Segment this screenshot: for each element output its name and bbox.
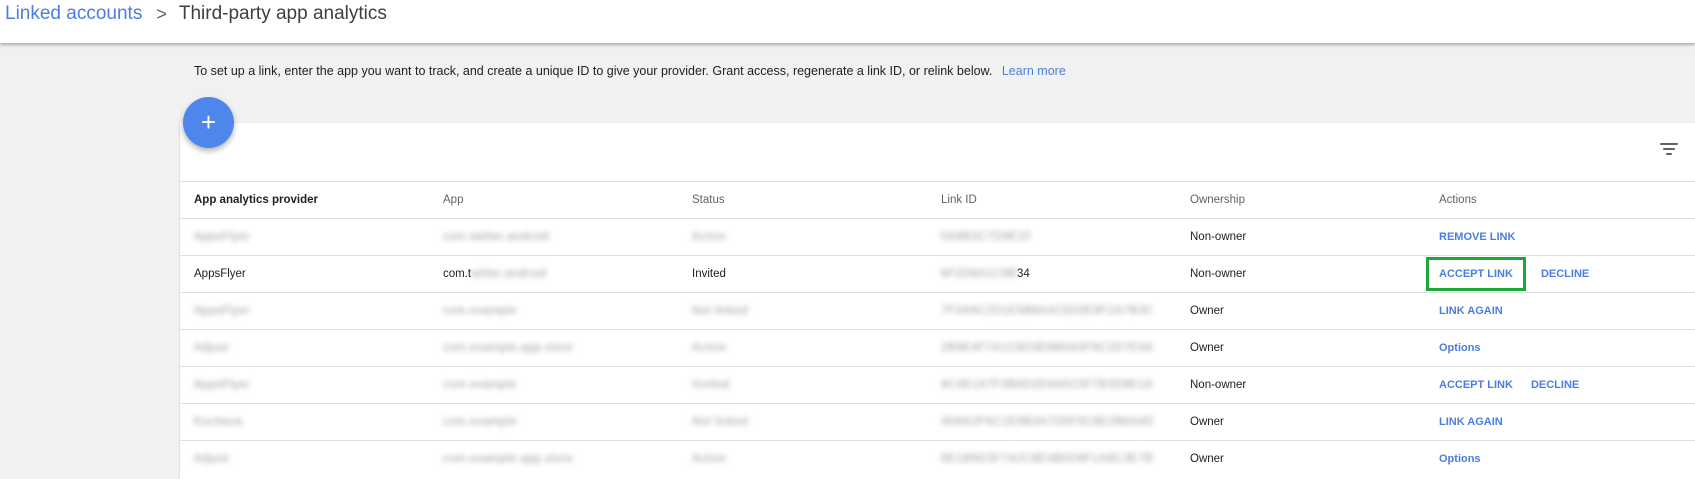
link-id-cell: 5A8B3C7D9E1F (941, 231, 1033, 243)
table-row: Adjust com.example.app.store Active 6E1B… (180, 440, 1695, 477)
header-actions: Actions (1425, 181, 1695, 219)
app-cell: com.example.app.store (443, 342, 574, 354)
link-id-cell-redacted: 8F2D6A1C9B (941, 268, 1017, 280)
page-title: Third-party app analytics (178, 3, 387, 24)
table-row: AppsFlyer com.twitter.android Active 5A8… (180, 218, 1695, 256)
app-cell: com.example.app.store (443, 453, 574, 465)
accept-link-button[interactable]: ACCEPT LINK (1426, 257, 1526, 291)
header-app[interactable]: App (429, 181, 678, 219)
link-id-cell: 4D8A2F6C1E9B3A7D5F0C8E2B6A4D (941, 416, 1154, 428)
plus-icon: + (200, 107, 217, 137)
ownership-cell: Owner (1190, 416, 1224, 428)
remove-link-button[interactable]: REMOVE LINK (1439, 231, 1515, 243)
linked-apps-table: App analytics provider App Status Link I… (180, 181, 1695, 477)
provider-cell: Adjust (194, 342, 229, 354)
table-row: AppsFlyer com.twitter.android Invited 8F… (180, 255, 1695, 293)
status-cell: Not linked (692, 305, 749, 317)
ownership-cell: Non-owner (1190, 268, 1247, 280)
status-cell: Not linked (692, 416, 749, 428)
header-ownership[interactable]: Ownership (1176, 181, 1425, 219)
table-row: AppsFlyer com.example Invited 9C4E1A7F3B… (180, 366, 1695, 404)
options-button[interactable]: Options (1439, 453, 1481, 465)
link-id-cell: 6E1B9D3F7A2C8E4B0D6F1A9C3E7B (941, 453, 1154, 465)
link-id-cell: 9C4E1A7F3B6D2E8A5C0F7B3D9E1A (941, 379, 1154, 391)
accept-link-button[interactable]: ACCEPT LINK (1439, 379, 1513, 391)
provider-cell: Adjust (194, 453, 229, 465)
add-link-button[interactable]: + (183, 97, 234, 148)
provider-cell: AppsFlyer (194, 305, 251, 317)
header-provider[interactable]: App analytics provider (180, 181, 429, 219)
breadcrumb-linked-accounts-link[interactable]: Linked accounts (5, 3, 142, 25)
header-status[interactable]: Status (678, 181, 927, 219)
intro-text: To set up a link, enter the app you want… (194, 64, 993, 78)
provider-cell: AppsFlyer (194, 268, 246, 280)
learn-more-link[interactable]: Learn more (1002, 64, 1066, 78)
provider-cell: AppsFlyer (194, 379, 251, 391)
intro-text-block: To set up a link, enter the app you want… (194, 64, 1066, 78)
link-id-cell: 34 (1016, 268, 1030, 280)
decline-button[interactable]: DECLINE (1531, 379, 1579, 391)
table-row: AppsFlyer com.example Not linked 7F3A9C2… (180, 292, 1695, 330)
status-cell: Active (692, 453, 727, 465)
status-cell: Invited (692, 268, 726, 280)
app-cell: com.example (443, 305, 517, 317)
chevron-right-icon: > (156, 4, 167, 24)
link-again-button[interactable]: LINK AGAIN (1439, 305, 1503, 317)
link-again-button[interactable]: LINK AGAIN (1439, 416, 1503, 428)
filter-icon[interactable] (1660, 143, 1678, 157)
provider-cell: Kochava (194, 416, 243, 428)
ownership-cell: Non-owner (1190, 231, 1247, 243)
ownership-cell: Owner (1190, 305, 1224, 317)
status-cell: Active (692, 342, 727, 354)
options-button[interactable]: Options (1439, 342, 1481, 354)
table-row: Kochava com.example Not linked 4D8A2F6C1… (180, 403, 1695, 441)
table-header-row: App analytics provider App Status Link I… (180, 181, 1695, 219)
ownership-cell: Non-owner (1190, 379, 1247, 391)
app-cell: com.t (443, 268, 472, 280)
link-id-cell: 7F3A9C2D1E5B8A4C6D0E9F2A7B3C (941, 305, 1154, 317)
header-link-id[interactable]: Link ID (927, 181, 1176, 219)
app-cell: com.twitter.android (443, 231, 550, 243)
link-id-cell: 2B9E4F7A1C6D3E8B5A0F9C2D7E4A (941, 342, 1154, 354)
breadcrumb: Linked accounts > Third-party app analyt… (5, 3, 387, 25)
status-cell: Invited (692, 379, 730, 391)
ownership-cell: Owner (1190, 342, 1224, 354)
status-cell: Active (692, 231, 727, 243)
app-cell: com.example (443, 416, 517, 428)
app-cell: com.example (443, 379, 517, 391)
decline-button[interactable]: DECLINE (1541, 268, 1589, 280)
top-bar: Linked accounts > Third-party app analyt… (0, 0, 1695, 43)
table-row: Adjust com.example.app.store Active 2B9E… (180, 329, 1695, 367)
ownership-cell: Owner (1190, 453, 1224, 465)
provider-cell: AppsFlyer (194, 231, 251, 243)
app-cell-redacted: witter.android (471, 268, 547, 280)
